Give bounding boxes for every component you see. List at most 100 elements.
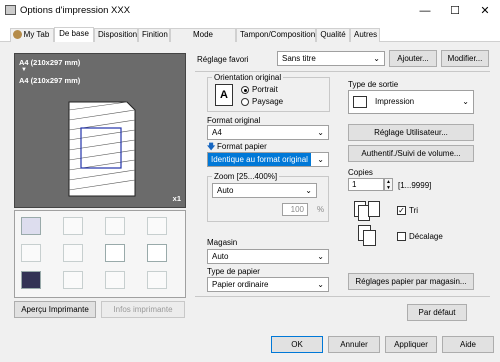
landscape-radio[interactable]	[241, 98, 249, 106]
close-button[interactable]: ✕	[470, 0, 500, 22]
tab-label: Finition	[142, 30, 168, 39]
printer-info-button[interactable]: Infos imprimante	[101, 301, 185, 318]
combine-icon[interactable]	[63, 244, 83, 262]
paper-format-label: Format papier	[217, 142, 267, 151]
window-controls: — ☐ ✕	[410, 0, 500, 22]
chevron-down-icon: ⌄	[305, 186, 312, 195]
arrow-down-icon: ▼	[21, 67, 27, 73]
default-button[interactable]: Par défaut	[407, 304, 467, 321]
printer-view-button[interactable]: Aperçu Imprimante	[14, 301, 96, 318]
offset-icon	[358, 225, 378, 247]
auth-volume-button[interactable]: Authentif./Suivi de volume...	[348, 145, 474, 162]
tab-label: Autres	[354, 30, 378, 39]
tab-autres[interactable]: Autres	[350, 28, 380, 42]
offset-label: Décalage	[409, 232, 443, 241]
preview-paper-size-top: A4 (210x297 mm)	[19, 58, 81, 67]
tab-de-base[interactable]: De base	[54, 27, 94, 42]
color-icon[interactable]	[105, 271, 125, 289]
tab-label: Disposition	[98, 30, 138, 39]
tab-label: Tampon/Composition	[240, 30, 316, 39]
tray-value: Auto	[212, 252, 229, 261]
chevron-down-icon: ⌄	[317, 280, 324, 289]
my-tab-icon	[13, 30, 22, 39]
chevron-down-icon: ⌄	[317, 252, 324, 261]
printer-icon	[353, 96, 367, 108]
edit-favorite-button[interactable]: Modifier...	[441, 50, 489, 67]
tab-tampon-composition[interactable]: Tampon/Composition	[236, 28, 316, 42]
paper-type-select[interactable]: Papier ordinaire ⌄	[207, 277, 329, 292]
orientation-letter: A	[220, 89, 228, 101]
favorite-select[interactable]: Sans titre ⌄	[277, 51, 385, 66]
tab-label: De base	[59, 29, 89, 38]
chevron-down-icon: ⌄	[317, 128, 324, 137]
divider	[195, 296, 490, 297]
chevron-down-icon: ⌄	[373, 54, 380, 63]
tab-disposition[interactable]: Disposition	[94, 28, 138, 42]
tab-mode-couverture[interactable]: Mode Couverture	[170, 28, 236, 51]
printer-icon	[5, 5, 16, 15]
zoom-select[interactable]: Auto ⌄	[212, 183, 317, 198]
finishing-icon[interactable]	[147, 271, 167, 289]
original-format-select[interactable]: A4 ⌄	[207, 125, 329, 140]
window-title: Options d'impression XXX	[20, 5, 131, 16]
divider	[195, 71, 490, 72]
function-icons-panel	[14, 210, 186, 298]
cover-icon[interactable]	[21, 271, 41, 289]
zoom-percent-input[interactable]: 100	[282, 203, 308, 216]
favorite-value: Sans titre	[282, 54, 316, 63]
paper-format-select[interactable]: Identique au format original ⌄	[207, 152, 329, 167]
paper-format-value: Identique au format original	[208, 153, 311, 166]
ok-button[interactable]: OK	[271, 336, 323, 353]
print-preview: A4 (210x297 mm) ▼ A4 (210x297 mm) x1	[14, 53, 186, 208]
maximize-button[interactable]: ☐	[440, 0, 470, 22]
copies-stepper[interactable]: ▲ ▼	[384, 178, 393, 191]
page-preview-icon	[68, 101, 136, 197]
chevron-down-icon: ⌄	[462, 97, 469, 106]
output-icon[interactable]	[21, 217, 41, 235]
output-type-value: Impression	[375, 97, 415, 106]
chevron-down-icon: ⌄	[317, 155, 324, 164]
cancel-button[interactable]: Annuler	[328, 336, 380, 353]
help-button[interactable]: Aide	[442, 336, 494, 353]
copies-input[interactable]: 1	[348, 178, 384, 191]
tray-select[interactable]: Auto ⌄	[207, 249, 329, 264]
add-favorite-button[interactable]: Ajouter...	[389, 50, 437, 67]
text-icon[interactable]	[105, 244, 125, 262]
apply-button[interactable]: Appliquer	[385, 336, 437, 353]
tray-label: Magasin	[207, 238, 238, 247]
watermark-icon[interactable]	[147, 244, 167, 262]
booklet-icon[interactable]	[105, 217, 125, 235]
paper-type-label: Type de papier	[207, 267, 260, 276]
layout-icon[interactable]	[63, 217, 83, 235]
tab-label: Qualité	[320, 30, 346, 39]
paper-type-value: Papier ordinaire	[212, 280, 269, 289]
copies-label: Copies	[348, 168, 373, 177]
orientation-preview-icon: A	[215, 84, 233, 106]
duplex-icon[interactable]	[21, 244, 41, 262]
tab-bar: My Tab De base Disposition Finition Mode…	[0, 27, 500, 51]
offset-checkbox[interactable]	[397, 232, 406, 241]
overlay-icon[interactable]	[63, 271, 83, 289]
staple-icon[interactable]	[147, 217, 167, 235]
tab-label: My Tab	[23, 30, 50, 39]
preview-paper-size-bottom: A4 (210x297 mm)	[19, 76, 81, 85]
tray-paper-settings-button[interactable]: Réglages papier par magasin...	[348, 273, 474, 290]
tab-finition[interactable]: Finition	[138, 28, 170, 42]
collate-checkbox[interactable]: ✓	[397, 206, 406, 215]
portrait-label: Portrait	[252, 85, 278, 94]
portrait-radio[interactable]	[241, 86, 249, 94]
favorite-label: Réglage favori	[197, 55, 249, 64]
zoom-percent-value: 100	[290, 205, 304, 214]
collate-icon	[354, 201, 382, 221]
title-bar: Options d'impression XXX — ☐ ✕	[0, 0, 500, 22]
output-type-label: Type de sortie	[348, 80, 399, 89]
copies-value: 1	[352, 180, 357, 189]
user-settings-button[interactable]: Réglage Utilisateur...	[348, 124, 474, 141]
copies-range: [1...9999]	[398, 181, 432, 190]
preview-copies-badge: x1	[172, 194, 181, 203]
minimize-button[interactable]: —	[410, 0, 440, 22]
original-format-label: Format original	[207, 116, 261, 125]
tab-qualite[interactable]: Qualité	[316, 28, 350, 42]
zoom-label: Zoom [25...400%]	[212, 172, 280, 181]
original-format-value: A4	[212, 128, 222, 137]
